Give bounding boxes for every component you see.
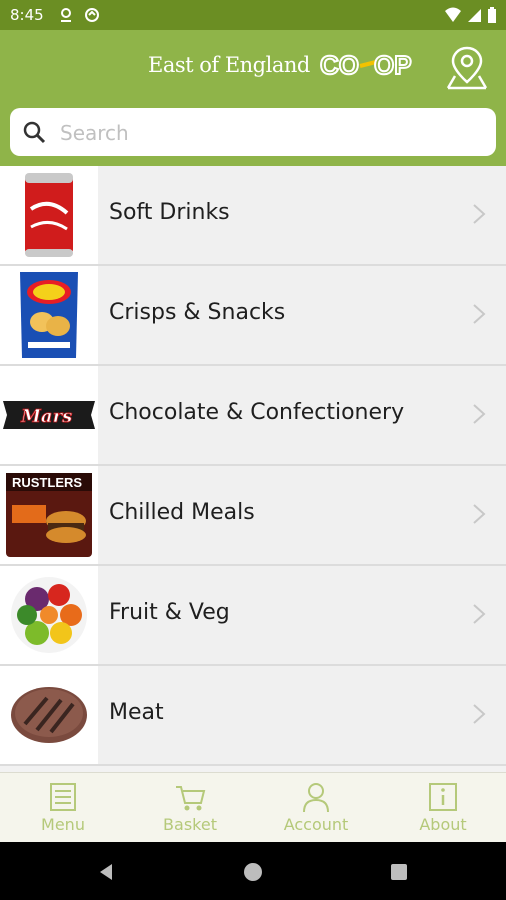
back-icon[interactable] xyxy=(96,862,116,882)
about-icon xyxy=(429,783,457,811)
chevron-right-icon xyxy=(473,504,486,524)
nav-label: Menu xyxy=(41,815,85,834)
signal-icon xyxy=(468,9,481,22)
brand-text: East of England xyxy=(148,53,310,77)
category-row-chocolate[interactable]: Mars Chocolate & Confectionery xyxy=(0,366,506,466)
nav-label: Basket xyxy=(163,815,217,834)
chevron-right-icon xyxy=(473,704,486,724)
location-status-icon xyxy=(61,8,71,22)
svg-text:OP: OP xyxy=(374,50,412,80)
steak-image xyxy=(0,666,98,764)
svg-text:CO: CO xyxy=(320,50,359,80)
fruit-veg-image xyxy=(0,566,98,664)
nav-basket[interactable]: Basket xyxy=(127,773,253,843)
search-bar[interactable] xyxy=(10,108,496,156)
nav-label: Account xyxy=(283,815,349,834)
category-label: Meat xyxy=(109,700,164,725)
cola-can-image xyxy=(0,166,98,264)
category-row-fruit-veg[interactable]: Fruit & Veg xyxy=(0,566,506,666)
chocolate-bar-image: Mars xyxy=(0,366,98,464)
battery-icon xyxy=(488,7,496,23)
app-header: East of England CO OP xyxy=(0,30,506,166)
crisps-packet-image xyxy=(0,266,98,364)
category-label: Soft Drinks xyxy=(109,200,230,225)
nav-menu[interactable]: Menu xyxy=(0,773,126,843)
search-input[interactable] xyxy=(58,116,482,150)
brand-logo: East of England CO OP xyxy=(148,48,424,82)
category-row-crisps-snacks[interactable]: Crisps & Snacks xyxy=(0,266,506,366)
category-row-soft-drinks[interactable]: Soft Drinks xyxy=(0,166,506,266)
home-icon[interactable] xyxy=(243,862,263,882)
store-locator-icon[interactable] xyxy=(444,44,490,90)
system-navigation-bar xyxy=(0,842,506,900)
category-list[interactable]: Soft Drinks Crisps & Snacks Mars Chocola… xyxy=(0,166,506,772)
category-label: Crisps & Snacks xyxy=(109,300,286,325)
chevron-right-icon xyxy=(473,304,486,324)
nav-label: About xyxy=(419,815,467,834)
bottom-navigation: Menu Basket Account About xyxy=(0,772,506,843)
account-icon xyxy=(303,783,329,813)
status-time: 8:45 xyxy=(10,6,44,24)
coop-logo: CO OP xyxy=(320,50,413,80)
category-label: Fruit & Veg xyxy=(109,600,230,625)
search-icon xyxy=(23,121,46,144)
recents-icon[interactable] xyxy=(390,863,408,881)
menu-icon xyxy=(50,783,76,811)
basket-icon xyxy=(176,786,206,811)
chevron-right-icon xyxy=(473,204,486,224)
status-bar: 8:45 xyxy=(0,0,506,30)
category-row-chilled-meals[interactable]: RUSTLERS Chilled Meals xyxy=(0,466,506,566)
nav-account[interactable]: Account xyxy=(253,773,379,843)
svg-text:RUSTLERS: RUSTLERS xyxy=(12,475,82,490)
sync-status-icon xyxy=(85,8,99,22)
category-label: Chocolate & Confectionery xyxy=(109,400,405,425)
wifi-icon xyxy=(445,7,461,22)
burger-box-image: RUSTLERS xyxy=(0,466,98,564)
chevron-right-icon xyxy=(473,404,486,424)
category-label: Chilled Meals xyxy=(109,500,255,525)
nav-about[interactable]: About xyxy=(380,773,506,843)
chevron-right-icon xyxy=(473,604,486,624)
category-row-meat[interactable]: Meat xyxy=(0,666,506,766)
svg-text:Mars: Mars xyxy=(20,406,72,427)
